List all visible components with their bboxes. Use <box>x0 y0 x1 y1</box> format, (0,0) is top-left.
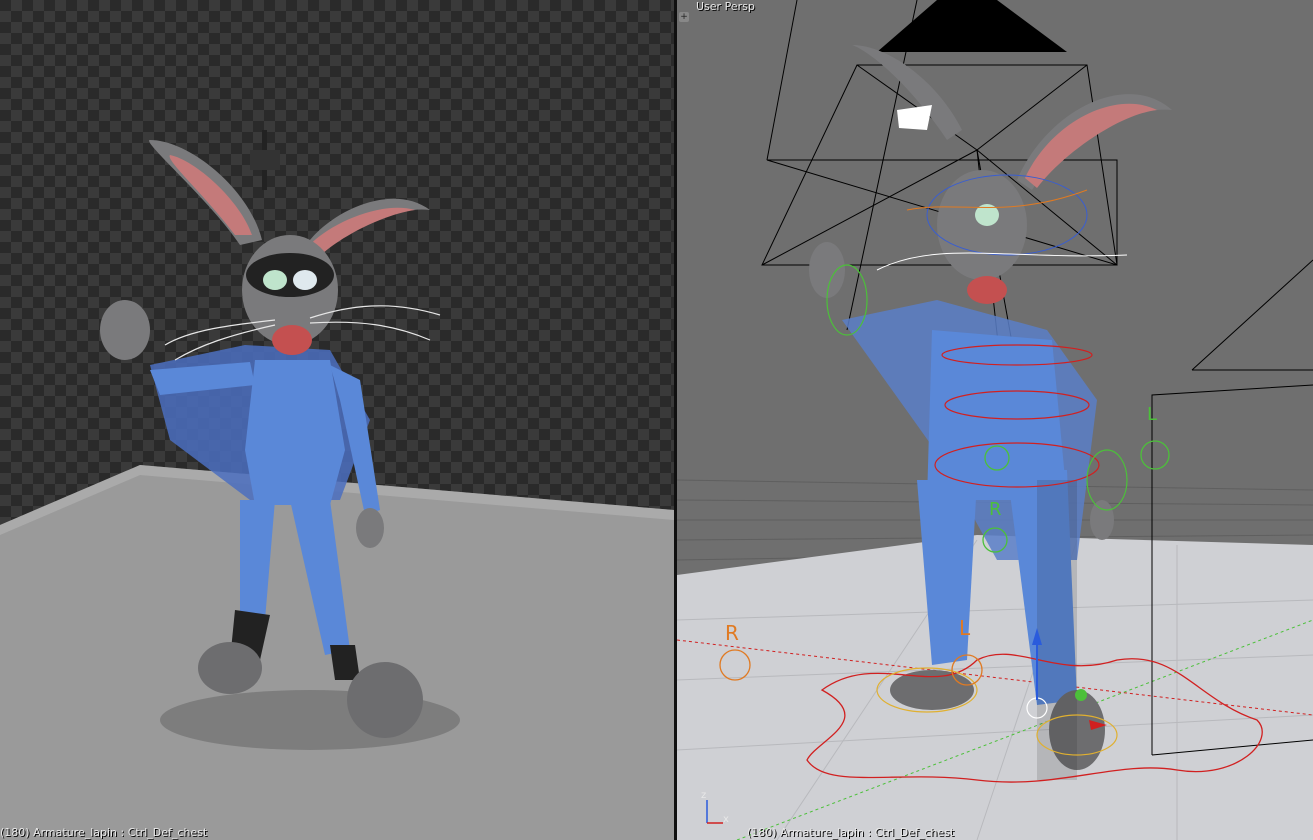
right-status-text: (180) Armature_lapin : Ctrl_Def_chest <box>747 826 955 839</box>
viewport-floor <box>677 535 1313 840</box>
3d-viewport[interactable]: R L R L z x + User Persp (180) Armature_… <box>677 0 1313 840</box>
bone-label-r-hand: R <box>989 499 1002 520</box>
viewport-split-widget[interactable]: + <box>679 12 689 22</box>
manipulator-handle-green <box>1075 689 1087 701</box>
render-viewport[interactable]: (180) Armature_lapin : Ctrl_Def_chest <box>0 0 674 840</box>
left-status-text: (180) Armature_lapin : Ctrl_Def_chest <box>0 826 208 839</box>
3d-scene: R L R L z x <box>677 0 1313 840</box>
axis-label-z: z <box>701 790 706 801</box>
bone-label-l-foot: L <box>959 616 971 640</box>
bone-label-r-foot: R <box>725 621 739 645</box>
bone-label-l-hand: L <box>1147 404 1157 425</box>
render-scene <box>0 130 674 840</box>
axis-label-x: x <box>723 814 729 825</box>
camera-triangle <box>877 0 1067 52</box>
view-perspective-label: User Persp <box>696 0 755 13</box>
